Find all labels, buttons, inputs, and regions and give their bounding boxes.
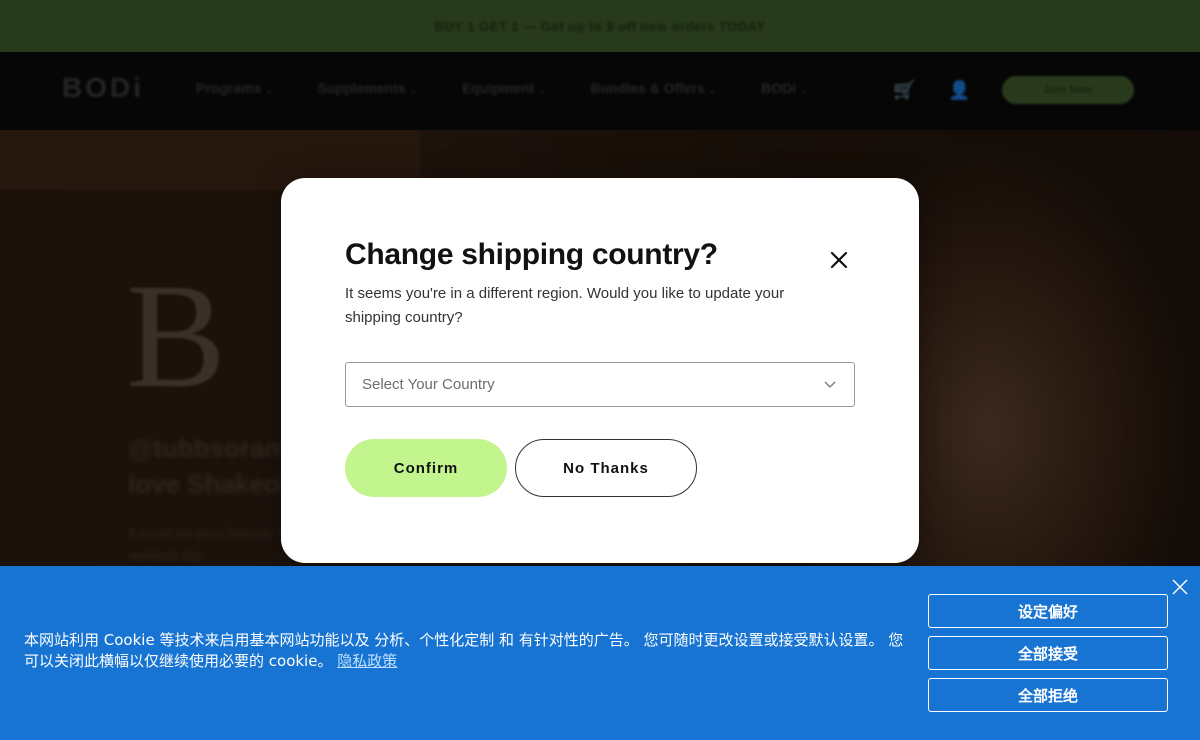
cookie-banner: 本网站利用 Cookie 等技术来启用基本网站功能以及 分析、个性化定制 和 有… [0,566,1200,740]
country-select-placeholder: Select Your Country [362,376,495,393]
close-icon[interactable] [1171,578,1189,596]
shipping-country-dialog: Change shipping country? It seems you're… [281,178,919,563]
cookie-preferences-button[interactable]: 设定偏好 [928,594,1168,628]
accept-all-button[interactable]: 全部接受 [928,636,1168,670]
cookie-notice-text: 本网站利用 Cookie 等技术来启用基本网站功能以及 分析、个性化定制 和 有… [24,630,910,672]
confirm-button[interactable]: Confirm [345,439,507,497]
reject-all-button[interactable]: 全部拒绝 [928,678,1168,712]
country-select[interactable]: Select Your Country [345,362,855,407]
cookie-notice-body: 本网站利用 Cookie 等技术来启用基本网站功能以及 分析、个性化定制 和 有… [24,631,904,670]
close-icon[interactable] [827,248,851,272]
chevron-down-icon [824,381,836,388]
dialog-description: It seems you're in a different region. W… [345,285,785,326]
dialog-title: Change shipping country? [345,238,718,271]
privacy-policy-link[interactable]: 隐私政策 [337,652,397,670]
no-thanks-button[interactable]: No Thanks [515,439,697,497]
